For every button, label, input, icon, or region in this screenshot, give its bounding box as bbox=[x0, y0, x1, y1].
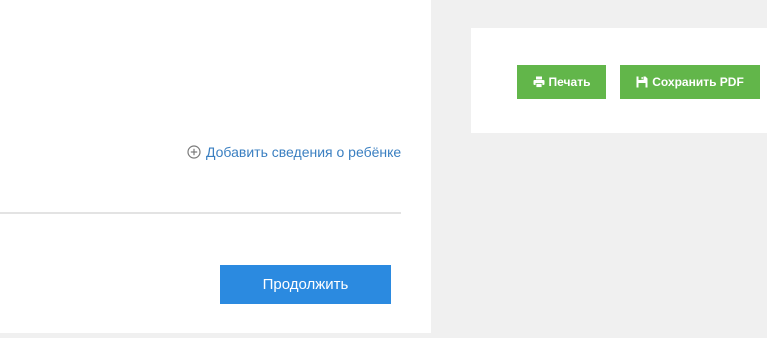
continue-button[interactable]: Продолжить bbox=[220, 265, 391, 304]
divider bbox=[0, 212, 401, 214]
save-disk-icon bbox=[636, 76, 648, 88]
save-pdf-button-label: Сохранить PDF bbox=[652, 75, 744, 89]
page: Добавить сведения о ребёнке Продолжить П… bbox=[0, 0, 767, 338]
plus-circle-icon bbox=[187, 145, 201, 159]
add-child-info-link[interactable]: Добавить сведения о ребёнке bbox=[187, 144, 401, 160]
printer-icon bbox=[533, 76, 545, 88]
actions-panel: Печать Сохранить PDF bbox=[471, 28, 767, 133]
save-pdf-button[interactable]: Сохранить PDF bbox=[620, 65, 760, 99]
form-panel: Добавить сведения о ребёнке Продолжить bbox=[0, 0, 431, 333]
print-button[interactable]: Печать bbox=[517, 65, 606, 99]
add-child-info-label: Добавить сведения о ребёнке bbox=[206, 144, 402, 160]
print-button-label: Печать bbox=[548, 75, 591, 89]
